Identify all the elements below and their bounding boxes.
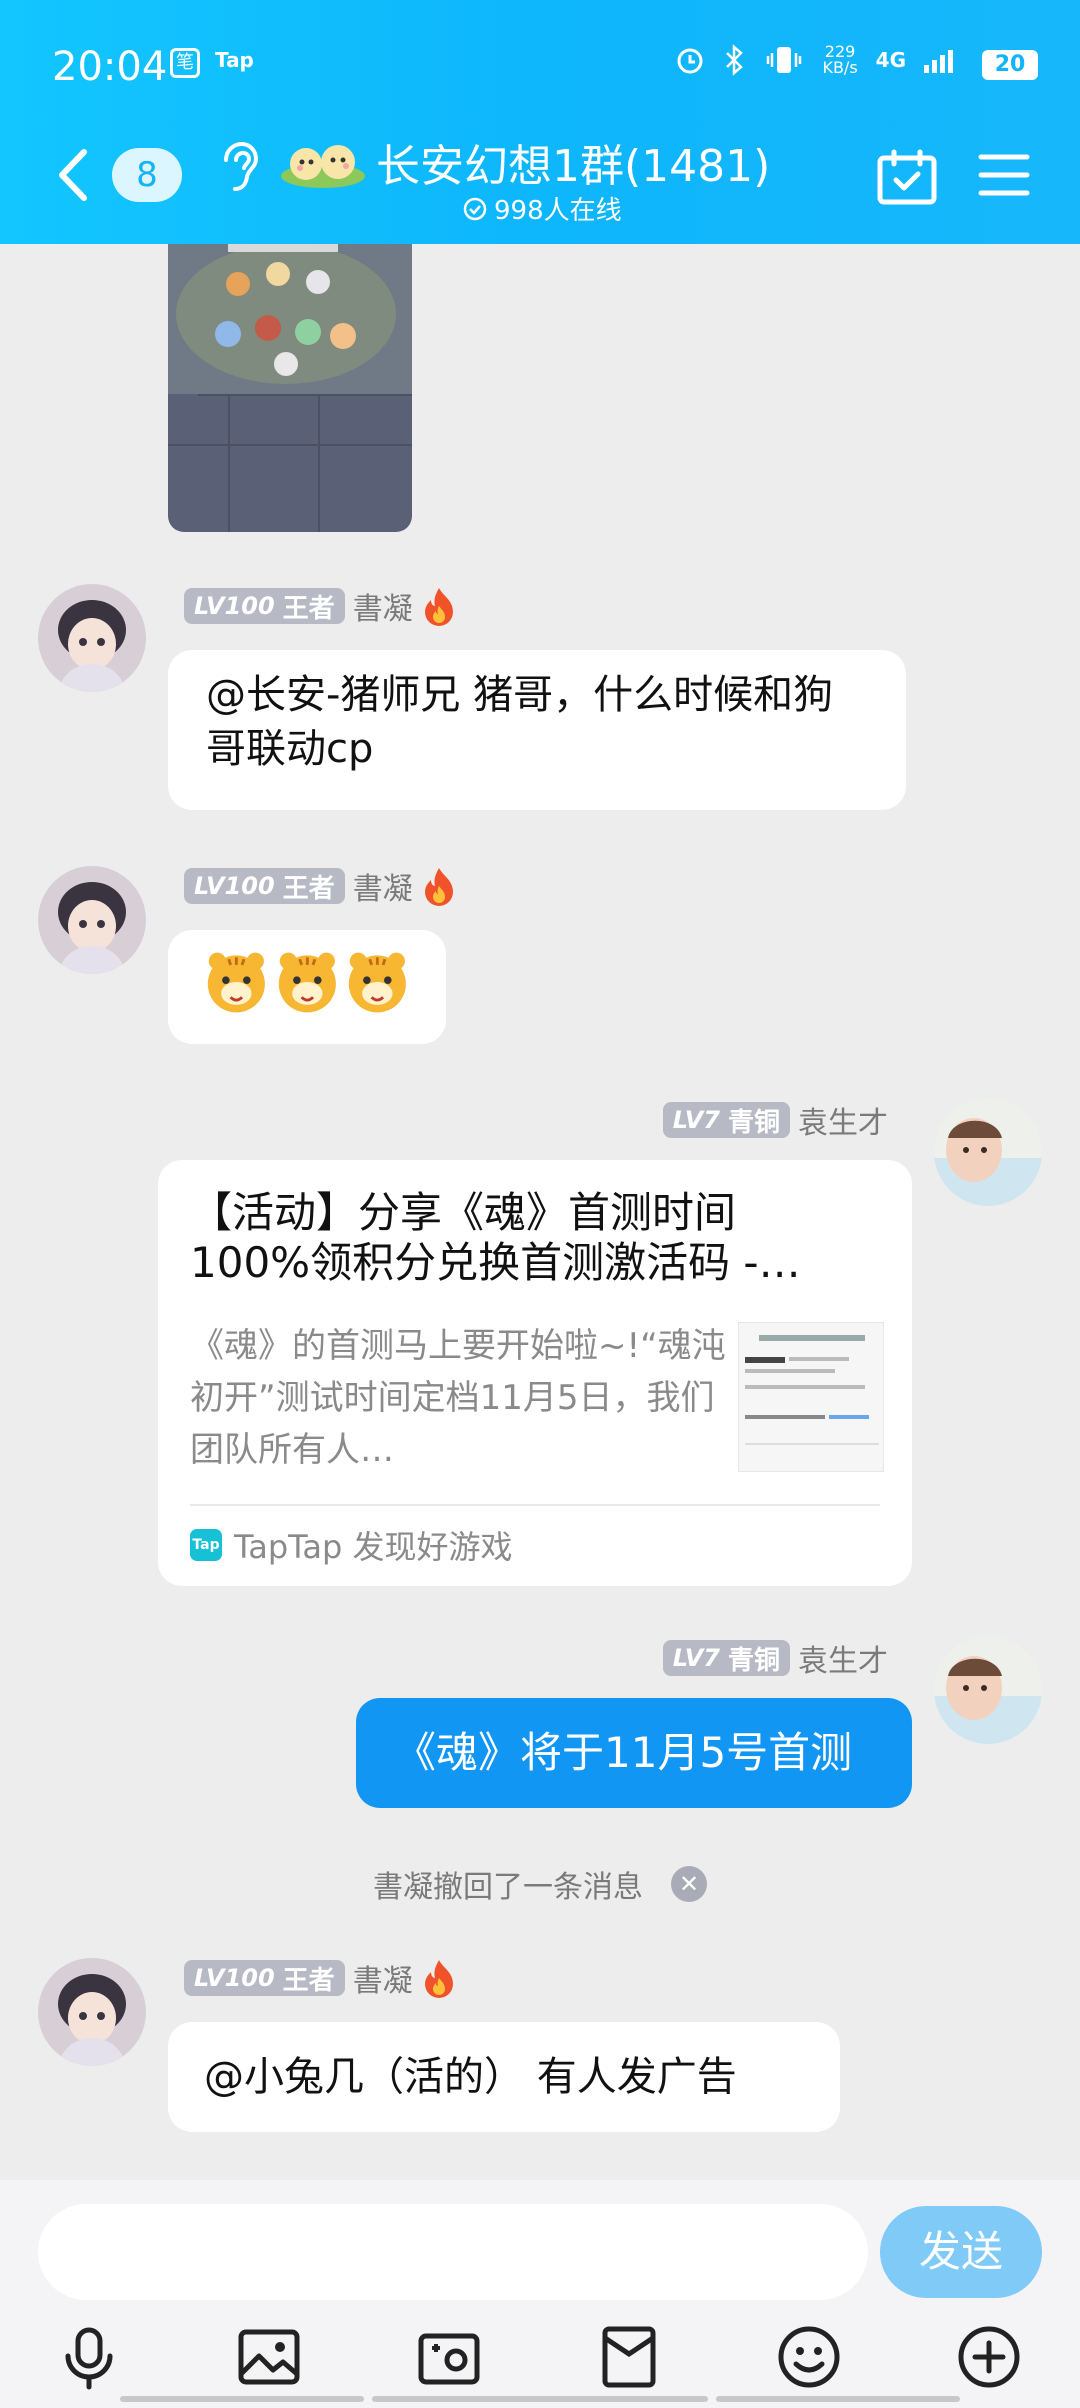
nickname: 書凝	[352, 872, 413, 907]
gesture-bar	[716, 2396, 960, 2402]
image-icon[interactable]	[236, 2324, 302, 2390]
alarm-icon	[677, 48, 703, 74]
signal-icon	[924, 50, 953, 73]
message-meta: LV100 王者 書凝	[184, 586, 457, 627]
menu-icon[interactable]	[978, 152, 1030, 198]
input-area: 发送	[0, 2180, 1080, 2408]
group-title: 长安幻想1群(1481)	[376, 141, 771, 192]
recall-notice: 書凝撤回了一条消息 ✕	[0, 1862, 1080, 1906]
tiger-emoji	[278, 952, 336, 1013]
online-check-icon	[463, 197, 487, 220]
image-message[interactable]	[168, 244, 412, 532]
fire-icon	[424, 1960, 453, 1998]
nickname: 袁生才	[798, 1644, 888, 1679]
divider	[190, 1504, 880, 1506]
status-time: 20:04	[52, 44, 168, 90]
nickname: 書凝	[352, 1964, 413, 1999]
tiger-emoji	[207, 952, 265, 1013]
gesture-bar	[120, 2396, 364, 2402]
gesture-bar	[372, 2396, 708, 2402]
message-bubble[interactable]: @长安-猪师兄 猪哥，什么时候和狗哥联动cp	[168, 650, 906, 810]
online-count: 998人在线	[494, 196, 622, 226]
send-button[interactable]: 发送	[880, 2206, 1042, 2298]
message-input[interactable]	[38, 2204, 868, 2300]
ear-icon[interactable]	[212, 138, 262, 198]
group-title-wrap[interactable]: 长安幻想1群(1481)	[278, 130, 770, 194]
note-app-icon: 笔	[170, 48, 200, 78]
microphone-icon[interactable]	[56, 2324, 122, 2390]
vibrate-icon	[767, 47, 802, 73]
message-meta: LV7 青铜 袁生才	[662, 1100, 888, 1141]
link-card-description: 《魂》的首测马上要开始啦~!“魂沌初开”测试时间定档11月5日，我们团队所有人…	[190, 1326, 726, 1470]
message-text: 《魂》将于11月5号首测	[394, 1728, 853, 1777]
chat-header: 20:04 笔 Tap 229 KB/s 4G 20 8 长安幻想1群(1481)…	[0, 0, 1080, 244]
nickname: 書凝	[352, 592, 413, 627]
network-type: 4G	[875, 48, 906, 72]
nickname: 袁生才	[798, 1106, 888, 1141]
message-bubble-self[interactable]: 《魂》将于11月5号首测	[356, 1698, 912, 1808]
game-screenshot-image	[168, 244, 412, 532]
close-icon[interactable]: ✕	[671, 1866, 707, 1902]
message-meta: LV100 王者 書凝	[184, 1958, 457, 1999]
fire-icon	[424, 868, 453, 906]
status-indicators: 229 KB/s 4G	[674, 44, 960, 76]
plus-icon[interactable]	[956, 2324, 1022, 2390]
camera-icon[interactable]	[416, 2324, 482, 2390]
back-arrow-icon[interactable]	[54, 148, 90, 202]
source-text: TapTap 发现好游戏	[234, 1528, 513, 1566]
group-avatar-icon	[281, 145, 365, 188]
emoji-icon[interactable]	[776, 2324, 842, 2390]
level-badge: LV7 青铜	[662, 1640, 790, 1676]
taptap-icon: Tap	[190, 1529, 222, 1561]
link-card-source: Tap TapTap 发现好游戏	[190, 1522, 513, 1568]
taptap-app-icon: Tap	[215, 48, 254, 72]
self-avatar[interactable]	[934, 1636, 1042, 1744]
level-badge: LV100 王者	[184, 868, 345, 904]
online-status: 998人在线	[462, 190, 622, 227]
red-packet-icon[interactable]	[596, 2324, 662, 2390]
emoji-message-bubble[interactable]	[168, 930, 446, 1044]
link-card-title: 【活动】分享《魂》首测时间100%领积分兑换首测激活码 -…	[190, 1188, 801, 1287]
input-toolbar	[0, 2324, 1080, 2396]
chat-message-list[interactable]: LV100 王者 書凝 @长安-猪师兄 猪哥，什么时候和狗哥联动cp LV100 王…	[0, 244, 1080, 2180]
level-badge: LV7 青铜	[662, 1102, 790, 1138]
level-badge: LV100 王者	[184, 588, 345, 624]
avatar[interactable]	[38, 1958, 146, 2066]
tiger-emoji	[349, 952, 407, 1013]
link-card[interactable]: 【活动】分享《魂》首测时间100%领积分兑换首测激活码 -… 《魂》的首测马上要…	[158, 1160, 912, 1586]
message-text: @长安-猪师兄 猪哥，什么时候和狗哥联动cp	[206, 672, 834, 772]
link-card-thumbnail	[738, 1322, 884, 1472]
self-avatar[interactable]	[934, 1098, 1042, 1206]
avatar[interactable]	[38, 866, 146, 974]
message-bubble[interactable]: @小兔几（活的） 有人发广告	[168, 2022, 840, 2132]
message-meta: LV100 王者 書凝	[184, 866, 457, 907]
net-speed: 229 KB/s	[822, 42, 858, 77]
avatar[interactable]	[38, 584, 146, 692]
fire-icon	[424, 588, 453, 626]
message-text: @小兔几（活的） 有人发广告	[204, 2054, 737, 2100]
message-meta: LV7 青铜 袁生才	[662, 1638, 888, 1679]
bluetooth-icon	[726, 44, 744, 76]
unread-count-badge[interactable]: 8	[112, 148, 182, 202]
calendar-check-icon[interactable]	[876, 148, 938, 206]
level-badge: LV100 王者	[184, 1960, 345, 1996]
recall-text: 書凝撤回了一条消息	[373, 1870, 643, 1905]
status-bar: 20:04 笔 Tap 229 KB/s 4G 20	[0, 36, 1080, 92]
battery-indicator: 20	[982, 50, 1038, 80]
